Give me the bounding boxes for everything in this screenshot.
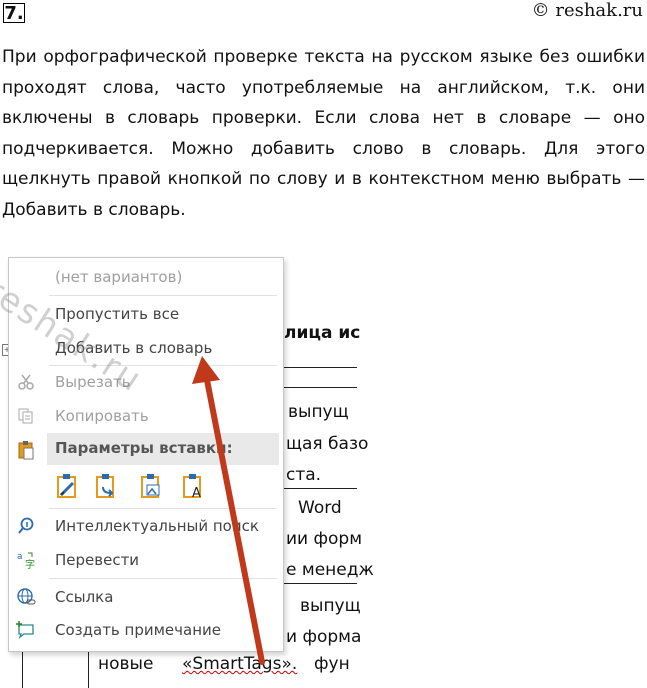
table-cell: е менедж [286, 560, 374, 580]
table-cell: выпущ [288, 402, 349, 422]
paste-options-label: Параметры вставки: [55, 439, 233, 457]
menu-item-new-comment[interactable]: Создать примечание [9, 615, 283, 645]
menu-separator [49, 508, 277, 509]
paste-options-header: Параметры вставки: [47, 433, 279, 465]
table-cell: щая базо [286, 434, 369, 454]
menu-item-label: Копировать [55, 407, 149, 425]
new-comment-icon [15, 620, 37, 640]
paste-picture-icon[interactable] [139, 471, 165, 501]
menu-separator [49, 365, 277, 366]
table-border [282, 583, 357, 584]
paste-keep-formatting-icon[interactable] [55, 471, 81, 501]
table-cell: ста. [286, 465, 322, 485]
table-cell: и форма [286, 627, 362, 647]
table-title-fragment: лица ис [284, 323, 361, 343]
menu-item-translate[interactable]: a字 Перевести [9, 545, 283, 575]
menu-item-no-suggestions: (нет вариантов) [9, 262, 283, 292]
menu-item-label: Интеллектуальный поиск [55, 517, 259, 535]
table-cell: Word [298, 498, 342, 518]
menu-item-label: Пропустить все [55, 305, 180, 323]
table-cell: ии форм [286, 529, 363, 549]
menu-separator [49, 578, 277, 579]
paste-merge-formatting-icon[interactable] [94, 471, 120, 501]
svg-text:A: A [192, 486, 201, 501]
menu-item-skip-all[interactable]: Пропустить все [9, 299, 283, 329]
menu-item-label: Добавить в словарь [55, 339, 213, 357]
menu-separator [49, 295, 277, 296]
table-border [88, 650, 89, 688]
copy-icon [15, 406, 37, 426]
smart-lookup-icon [15, 516, 37, 536]
table-cell: фун [314, 654, 350, 674]
globe-link-icon [15, 587, 37, 607]
paste-text-only-icon[interactable]: A [181, 471, 207, 501]
context-menu: (нет вариантов) Пропустить все Добавить … [8, 257, 284, 652]
svg-text:a: a [17, 552, 23, 562]
table-border [282, 367, 357, 368]
misspelled-word[interactable]: «SmartTags». [182, 654, 297, 674]
menu-item-add-to-dictionary[interactable]: Добавить в словарь [9, 333, 283, 363]
clipboard-icon [15, 440, 37, 460]
scissors-icon [15, 372, 37, 392]
menu-item-label: (нет вариантов) [55, 268, 183, 286]
menu-item-smart-lookup[interactable]: Интеллектуальный поиск [9, 511, 283, 541]
menu-item-cut[interactable]: Вырезать [9, 367, 283, 397]
table-cell: выпущ [300, 596, 361, 616]
svg-text:字: 字 [25, 558, 35, 570]
table-border [22, 650, 23, 688]
table-border [282, 387, 357, 388]
menu-item-link[interactable]: Ссылка [9, 582, 283, 612]
menu-item-label: Перевести [55, 551, 140, 569]
menu-item-label: Ссылка [55, 588, 114, 606]
table-cell: новые [98, 654, 154, 674]
menu-item-copy[interactable]: Копировать [9, 401, 283, 431]
menu-item-label: Вырезать [55, 373, 131, 391]
menu-item-label: Создать примечание [55, 621, 221, 639]
table-border [282, 488, 357, 489]
translate-icon: a字 [15, 550, 37, 570]
